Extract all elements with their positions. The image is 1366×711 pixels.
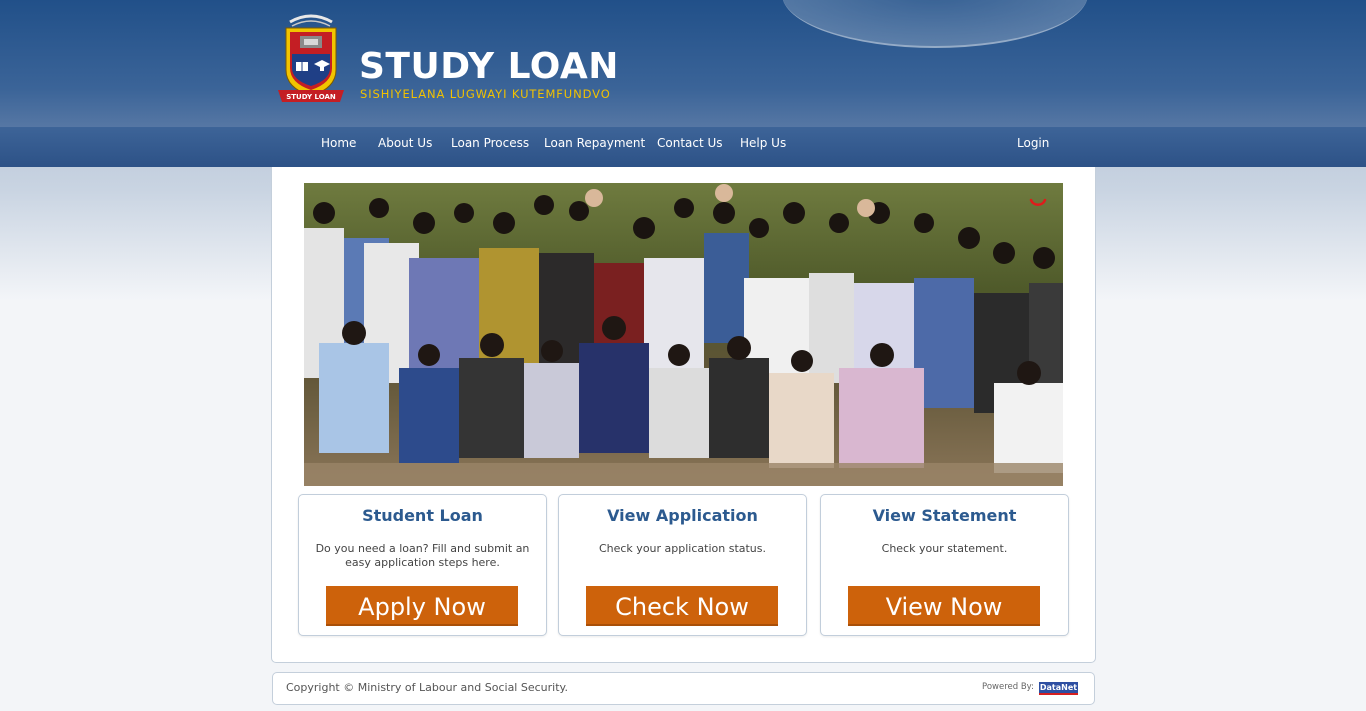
card-text-student-loan: Do you need a loan? Fill and submit an e… [315, 542, 530, 569]
hero-group-photo [304, 183, 1063, 486]
site-header: STUDY LOAN STUDY LOAN SISHIYELANA LUGWAY… [0, 0, 1366, 127]
card-title-view-application: View Application [607, 506, 758, 525]
student-loan-card: Student Loan Do you need a loan? Fill an… [298, 494, 547, 636]
card-text-view-statement: Check your statement. [881, 542, 1008, 555]
nav-loan-repayment[interactable]: Loan Repayment [544, 127, 645, 159]
nav-about-us[interactable]: About Us [378, 127, 432, 159]
nav-help-us[interactable]: Help Us [740, 127, 786, 159]
apply-now-button[interactable]: Apply Now [326, 586, 518, 626]
nav-contact-us[interactable]: Contact Us [657, 127, 723, 159]
logo-ribbon-text: STUDY LOAN [286, 93, 336, 101]
card-title-student-loan: Student Loan [362, 506, 483, 525]
view-statement-card: View Statement Check your statement. Vie… [820, 494, 1069, 636]
main-navigation: Home About Us Loan Process Loan Repaymen… [0, 127, 1366, 167]
powered-by-label: Powered By: [982, 682, 1034, 692]
datanet-logo[interactable]: DataNet [1039, 682, 1078, 695]
check-now-button[interactable]: Check Now [586, 586, 778, 626]
view-application-card: View Application Check your application … [558, 494, 807, 636]
site-title: STUDY LOAN [359, 46, 619, 87]
site-footer: Copyright © Ministry of Labour and Socia… [272, 672, 1095, 705]
card-text-view-application: Check your application status. [598, 542, 767, 555]
loading-spinner-icon [1029, 198, 1047, 207]
nav-login[interactable]: Login [1017, 127, 1049, 159]
nav-home[interactable]: Home [321, 127, 356, 159]
copyright-text: Copyright © Ministry of Labour and Socia… [286, 681, 568, 694]
view-now-button[interactable]: View Now [848, 586, 1040, 626]
coat-of-arms-crest-icon[interactable]: STUDY LOAN [276, 12, 346, 108]
header-decorative-arc [782, 0, 1088, 48]
nav-loan-process[interactable]: Loan Process [451, 127, 529, 159]
card-title-view-statement: View Statement [872, 506, 1017, 525]
site-tagline: SISHIYELANA LUGWAYI KUTEMFUNDVO [360, 87, 611, 101]
